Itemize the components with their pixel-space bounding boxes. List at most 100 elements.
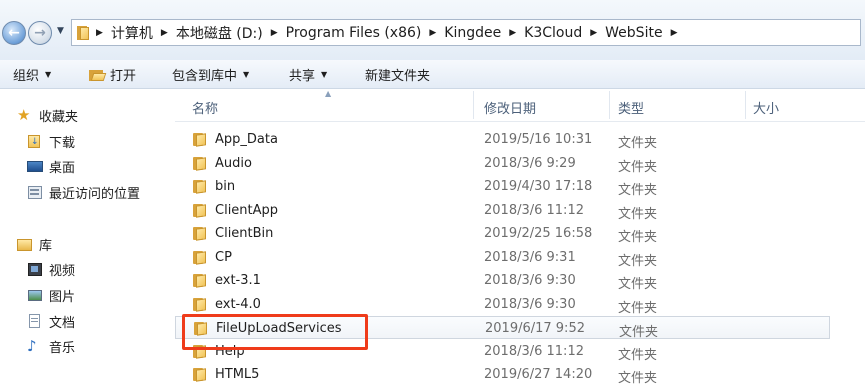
breadcrumb-website[interactable]: WebSite <box>601 25 666 41</box>
folder-icon <box>193 367 207 382</box>
file-modified-date: 2019/5/16 10:31 <box>484 132 593 147</box>
folder-icon <box>193 179 207 194</box>
nav-music[interactable]: ♪ 音乐 <box>27 336 75 356</box>
breadcrumb-k3cloud[interactable]: K3Cloud <box>520 25 586 41</box>
breadcrumb-separator-icon[interactable]: ▶ <box>586 28 601 38</box>
file-row[interactable]: HTML5 2019/6/27 14:20 文件夹 <box>175 363 830 386</box>
dropdown-arrow-icon: ▼ <box>321 69 328 79</box>
breadcrumb-separator-icon[interactable]: ▶ <box>157 28 172 38</box>
breadcrumb-program-files[interactable]: Program Files (x86) <box>282 25 426 41</box>
file-type: 文件夹 <box>618 253 658 269</box>
navigation-pane: ★ 收藏夹 ↓ 下载 桌面 最近访问的位置 库 视频 图片 文档 ♪ 音乐 <box>0 89 171 381</box>
file-name: ClientBin <box>215 226 274 241</box>
file-modified-date: 2018/3/6 9:30 <box>484 296 576 312</box>
file-name: App_Data <box>215 132 278 147</box>
nav-desktop-label: 桌面 <box>49 160 76 176</box>
folder-icon <box>193 250 207 265</box>
file-name: ClientApp <box>215 202 279 218</box>
document-icon <box>27 314 43 328</box>
library-icon <box>17 237 33 251</box>
nav-libraries[interactable]: 库 <box>17 234 52 254</box>
nav-documents[interactable]: 文档 <box>27 311 75 331</box>
file-name: CP <box>215 249 232 265</box>
breadcrumb-kingdee[interactable]: Kingdee <box>440 25 505 41</box>
file-row[interactable]: ClientApp 2018/3/6 11:12 文件夹 <box>175 199 830 222</box>
star-icon: ★ <box>17 106 31 124</box>
back-arrow-icon[interactable]: ← <box>2 21 26 45</box>
column-divider[interactable] <box>609 91 610 119</box>
file-modified-date: 2019/2/25 16:58 <box>484 226 593 241</box>
file-row[interactable]: bin 2019/4/30 17:18 文件夹 <box>175 175 830 198</box>
file-type: 文件夹 <box>618 230 658 245</box>
file-row[interactable]: App_Data 2019/5/16 10:31 文件夹 <box>175 128 830 151</box>
file-row[interactable]: ext-4.0 2018/3/6 9:30 文件夹 <box>175 293 830 316</box>
column-header-size[interactable]: 大小 <box>753 98 779 117</box>
column-header-type[interactable]: 类型 <box>618 98 644 117</box>
column-divider[interactable] <box>473 91 474 119</box>
file-row[interactable]: ext-3.1 2018/3/6 9:30 文件夹 <box>175 269 830 292</box>
file-row[interactable]: Audio 2018/3/6 9:29 文件夹 <box>175 152 830 175</box>
nav-downloads-label: 下载 <box>49 135 76 151</box>
nav-recent-label: 最近访问的位置 <box>49 186 141 202</box>
file-type: 文件夹 <box>618 206 658 222</box>
nav-videos[interactable]: 视频 <box>27 259 75 279</box>
file-name: ext-4.0 <box>215 296 261 312</box>
nav-music-label: 音乐 <box>49 340 76 356</box>
dropdown-arrow-icon: ▼ <box>243 69 250 79</box>
new-folder-button[interactable]: 新建文件夹 <box>365 65 430 84</box>
folder-icon <box>193 273 207 288</box>
include-in-library-label: 包含到库中 <box>172 68 238 84</box>
nav-pictures-label: 图片 <box>49 289 76 305</box>
folder-icon <box>76 25 90 41</box>
folder-icon <box>193 226 207 241</box>
breadcrumb-local-disk[interactable]: 本地磁盘 (D:) <box>172 23 267 43</box>
file-modified-date: 2018/3/6 9:30 <box>484 273 576 288</box>
nav-videos-label: 视频 <box>49 263 76 279</box>
file-name: Audio <box>215 155 252 171</box>
nav-favorites[interactable]: ★ 收藏夹 <box>17 105 78 125</box>
folder-icon <box>193 297 207 312</box>
column-headers: ▲ 名称 修改日期 类型 大小 <box>175 89 865 122</box>
file-type: 文件夹 <box>618 136 658 151</box>
share-label: 共享 <box>289 68 316 84</box>
nav-recent-places[interactable]: 最近访问的位置 <box>27 182 140 202</box>
file-type: 文件夹 <box>618 277 658 292</box>
nav-pictures[interactable]: 图片 <box>27 285 75 305</box>
address-field[interactable]: ▶ 计算机 ▶ 本地磁盘 (D:) ▶ Program Files (x86) … <box>71 19 861 46</box>
breadcrumb-separator-icon[interactable]: ▶ <box>92 28 107 38</box>
file-name: bin <box>215 179 236 194</box>
share-button[interactable]: 共享 ▼ <box>289 65 327 84</box>
breadcrumb-separator-icon[interactable]: ▶ <box>667 28 682 38</box>
forward-arrow-icon[interactable]: → <box>28 21 52 45</box>
address-bar-area: ← → ▼ ▶ 计算机 ▶ 本地磁盘 (D:) ▶ Program Files … <box>0 0 865 60</box>
folder-icon <box>193 132 207 147</box>
file-row[interactable]: CP 2018/3/6 9:31 文件夹 <box>175 246 830 269</box>
desktop-icon <box>27 159 43 173</box>
recent-pages-dropdown-icon[interactable]: ▼ <box>57 26 64 36</box>
column-header-name[interactable]: 名称 <box>192 98 218 117</box>
include-in-library-button[interactable]: 包含到库中 ▼ <box>172 65 249 84</box>
new-folder-label: 新建文件夹 <box>365 68 431 84</box>
breadcrumb-computer[interactable]: 计算机 <box>107 23 157 43</box>
file-type: 文件夹 <box>618 300 658 316</box>
nav-downloads[interactable]: ↓ 下载 <box>27 131 75 151</box>
highlight-box <box>182 314 368 350</box>
file-modified-date: 2019/6/17 9:52 <box>485 321 585 336</box>
file-modified-date: 2019/6/27 14:20 <box>484 367 593 382</box>
organize-button[interactable]: 组织 ▼ <box>13 65 51 84</box>
dropdown-arrow-icon: ▼ <box>45 69 52 79</box>
folder-icon <box>193 203 207 218</box>
breadcrumb-separator-icon[interactable]: ▶ <box>267 28 282 38</box>
file-modified-date: 2019/4/30 17:18 <box>484 179 593 194</box>
column-header-date[interactable]: 修改日期 <box>484 98 536 117</box>
nav-favorites-label: 收藏夹 <box>39 109 79 125</box>
open-button[interactable]: 打开 <box>89 65 136 84</box>
breadcrumb-separator-icon[interactable]: ▶ <box>505 28 520 38</box>
breadcrumb-separator-icon[interactable]: ▶ <box>425 28 440 38</box>
file-row[interactable]: ClientBin 2019/2/25 16:58 文件夹 <box>175 222 830 245</box>
column-divider[interactable] <box>745 91 746 119</box>
file-type: 文件夹 <box>618 159 658 175</box>
nav-desktop[interactable]: 桌面 <box>27 156 75 176</box>
recent-places-icon <box>27 185 43 199</box>
file-name: HTML5 <box>215 367 260 382</box>
